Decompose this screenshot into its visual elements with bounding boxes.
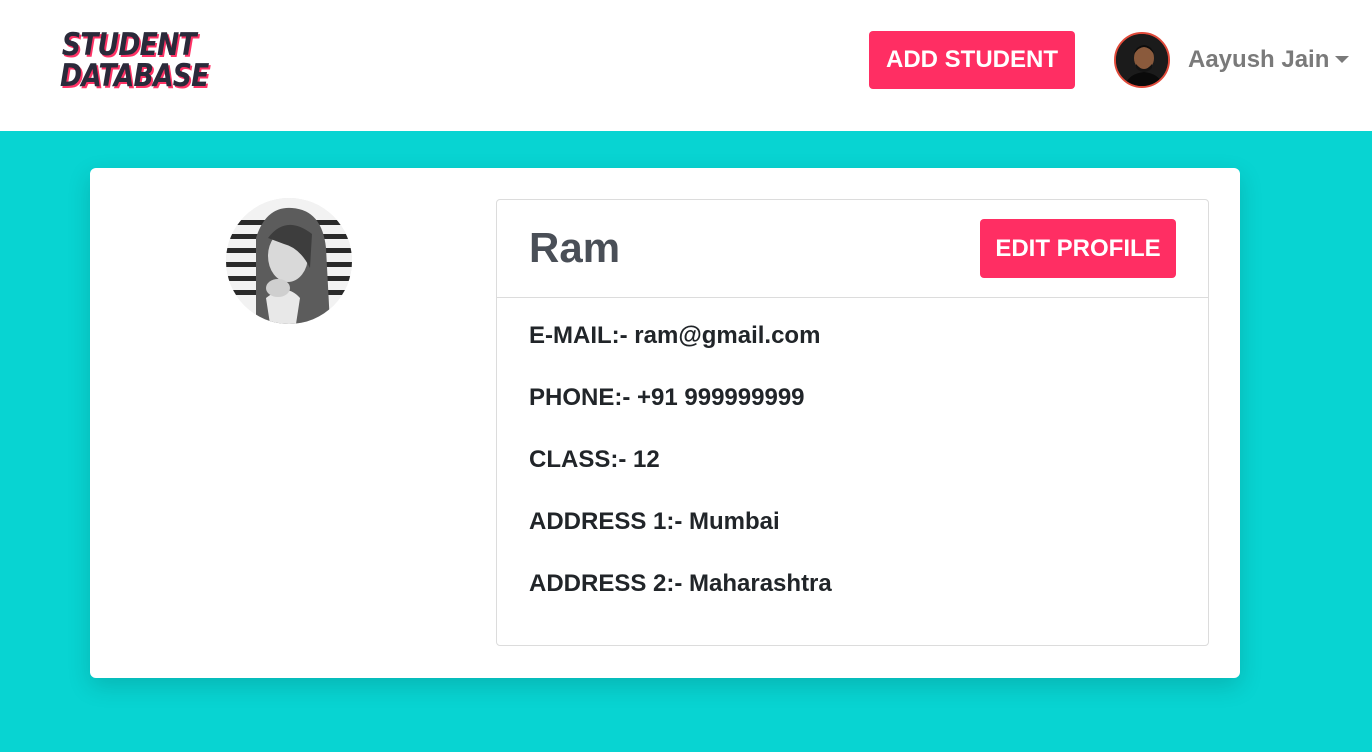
detail-address-2: ADDRESS 2:- Maharashtra [529, 570, 832, 597]
profile-panel: Ram EDIT PROFILE E-MAIL:- ram@gmail.com … [90, 168, 1240, 678]
student-name: Ram [529, 224, 621, 271]
detail-address-1: ADDRESS 1:- Mumbai [529, 508, 780, 535]
profile-card: Ram EDIT PROFILE E-MAIL:- ram@gmail.com … [496, 199, 1209, 646]
chevron-down-icon[interactable] [1335, 55, 1350, 63]
logo[interactable]: STUDENT DATABASE [60, 27, 209, 94]
details-list: E-MAIL:- ram@gmail.com PHONE:- +91 99999… [529, 322, 832, 632]
logo-line-1: STUDENT [61, 27, 197, 63]
edit-profile-button[interactable]: EDIT PROFILE [980, 219, 1176, 278]
user-name[interactable]: Aayush Jain [1188, 46, 1329, 74]
profile-photo [226, 198, 352, 324]
user-avatar[interactable] [1114, 32, 1170, 88]
logo-line-2: DATABASE [60, 58, 209, 94]
card-header: Ram EDIT PROFILE [497, 200, 1208, 298]
add-student-button[interactable]: ADD STUDENT [869, 31, 1075, 89]
user-menu[interactable]: Aayush Jain [1114, 32, 1350, 88]
detail-class: CLASS:- 12 [529, 446, 660, 473]
detail-phone: PHONE:- +91 999999999 [529, 384, 805, 411]
detail-email: E-MAIL:- ram@gmail.com [529, 322, 821, 349]
navbar: STUDENT DATABASE ADD STUDENT Aayush Jain [0, 0, 1372, 131]
